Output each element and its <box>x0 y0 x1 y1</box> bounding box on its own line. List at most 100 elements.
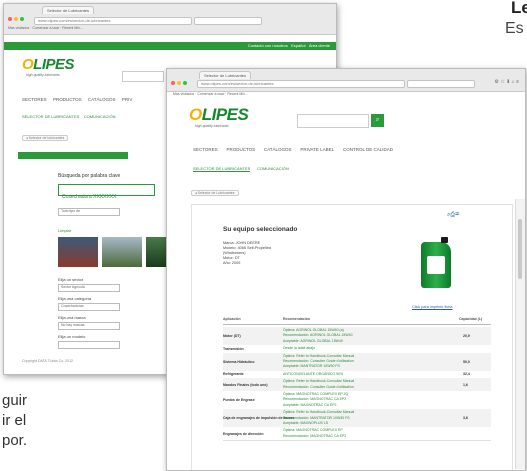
recommendation-cell[interactable]: Aceptable: MAGNOPLUS LS <box>283 421 328 425</box>
recommendation-cell[interactable]: Óptima: MAGNOTRAC COMPLEX EP <box>283 428 343 432</box>
category-select[interactable]: Cosechadoras <box>58 303 120 311</box>
recommendation-cell[interactable]: Aceptable: AGRINOL GLOBAL 15W40 <box>283 339 343 343</box>
application-cell: Engranajes de dirección <box>223 431 264 436</box>
nav-private-label[interactable]: PRIVATE LABEL <box>300 147 334 152</box>
recommendation-cell[interactable]: Óptima: Refer to Handbook-Consultar Manu… <box>283 410 354 414</box>
table-header: Aplicación Recomendación Capacidad (L) <box>223 317 491 325</box>
capacity-cell: 1,6 <box>463 382 468 387</box>
equipment-title: Su equipo seleccionado <box>223 226 298 233</box>
bookmark[interactable]: Comenzar a usar <box>32 26 59 30</box>
application-cell: Puntos de Engrase <box>223 398 255 403</box>
nav-control-calidad[interactable]: CONTROL DE CALIDAD <box>343 147 393 152</box>
subnav-comunicacion[interactable]: COMUNICACIÓN <box>84 114 116 119</box>
browser-toolbar-icons[interactable]: ⚙ ☆ ⬇ ⌂ ≡ <box>494 79 519 85</box>
recommendation-cell[interactable]: Recomendación: MAGNOTRAC CA EP2 <box>283 434 346 438</box>
subnav-selector[interactable]: SELECTOR DE LUBRICANTES <box>22 114 79 119</box>
scrollbar[interactable] <box>515 199 525 469</box>
subnav-selector[interactable]: SELECTOR DE LUBRICANTES <box>193 166 251 172</box>
body-line: guir <box>2 392 28 409</box>
nav-catalogos[interactable]: CATÁLOGOS <box>264 147 292 152</box>
type-select[interactable]: Todo tipo de <box>58 208 120 216</box>
keyword-search-input[interactable]: Cosechadora XXXXXXX <box>58 184 155 200</box>
recommendation-cell[interactable]: Recomendación: Consulter Guide d'utilisa… <box>283 385 354 389</box>
print-link[interactable]: Click para imprimir ficha <box>412 305 453 309</box>
back-button[interactable]: ◂ Selector de lubricantes <box>22 135 69 141</box>
recommendation-cell[interactable]: Recomendación: MANTRATOR 10W30 FS <box>283 416 350 420</box>
bookmark[interactable]: Más visitados <box>173 92 194 96</box>
browser-search-field[interactable] <box>407 80 475 88</box>
nav-productos[interactable]: PRODUCTOS <box>53 97 82 102</box>
bookmark[interactable]: Más visitados <box>8 26 29 30</box>
recommendation-cell[interactable]: Aceptable: MAGNOTRAC CA EP2 <box>283 403 337 407</box>
results-table: Aplicación Recomendación Capacidad (L) M… <box>223 317 491 470</box>
utility-icons[interactable]: ⌕⎙✉ <box>447 212 459 219</box>
nav-catalogos[interactable]: CATÁLOGOS <box>88 97 116 102</box>
browser-chrome: Selector de Lubricantes www.olipes.com/e… <box>167 69 525 92</box>
window-controls[interactable] <box>8 8 26 26</box>
vehicle-image-truck[interactable] <box>58 237 98 267</box>
bookmark[interactable]: Recent Mix... <box>227 92 247 96</box>
application-cell: Sistema Hidráulico <box>223 359 255 364</box>
window-controls[interactable] <box>171 72 189 90</box>
recommendation-cell[interactable]: Desde la tabla abajo <box>283 346 315 350</box>
olipes-logo[interactable]: OLIPES <box>22 56 75 73</box>
section-title: Seleccione el sistema <box>21 161 68 166</box>
site-search-input[interactable] <box>122 71 164 82</box>
oil-canister-image <box>421 237 451 288</box>
table-row: Sistema Hidráulico Óptima: Refer to Handb… <box>223 352 491 372</box>
tab-active[interactable]: Selector de Lubricantes <box>199 71 252 79</box>
front-browser-window: Selector de Lubricantes www.olipes.com/e… <box>166 68 526 471</box>
nav-productos[interactable]: PRODUCTOS <box>226 147 255 152</box>
recommendation-cell[interactable]: Recomendación: Consulter Guide d'utilisa… <box>283 359 354 363</box>
bookmark[interactable]: Comenzar a usar <box>197 92 224 96</box>
recommendation-cell[interactable]: Óptima: Refer to Handbook-Consultar Manu… <box>283 379 354 383</box>
bookmarks-bar: Más visitados · Comenzar a usar · Recent… <box>8 26 83 30</box>
model-label: Elija un modelo <box>58 334 86 339</box>
page-heading-partial: Le <box>511 0 527 17</box>
application-cell: Transmisión <box>223 346 244 351</box>
recommendation-cell[interactable]: Recomendación: MAGNOTRAC CA EP2 <box>283 397 346 401</box>
nav-private[interactable]: PRIV <box>122 97 133 102</box>
recommendation-cell[interactable]: Óptima: AGRINOL GLOBAL 15W40 (a) <box>283 328 344 332</box>
nav-sectores[interactable]: SECTORES <box>22 97 47 102</box>
subnav-comunicacion[interactable]: COMUNICACIÓN <box>257 166 289 171</box>
application-cell: Motor (DT) <box>223 334 241 339</box>
tab-active[interactable]: Selector de Lubricantes <box>42 6 95 14</box>
url-bar[interactable]: www.olipes.com/es/sector-de-lubricantes <box>34 17 192 25</box>
model-select[interactable] <box>58 341 120 349</box>
recommendation-cell[interactable]: Recomendación: AGRINOL GLOBAL 15W40 <box>283 333 353 337</box>
table-row: Mandos Finales (todo uno) Óptima: Refer t… <box>223 378 491 392</box>
application-cell: Mandos Finales (todo uno) <box>223 382 268 387</box>
sector-label: Elija un sector <box>58 277 84 282</box>
recommendation-cell[interactable]: Aceptable: MANTRATOR 10W30 FS <box>283 364 340 368</box>
sector-select[interactable]: Sector Agrícola <box>58 284 120 292</box>
clear-link[interactable]: Limpiar <box>58 228 71 233</box>
table-row: Puntos de Engrase Óptima: MAGNOTRAC COMPL… <box>223 391 491 411</box>
site-search-button[interactable]: ⌕ <box>371 114 384 127</box>
brand-select[interactable]: No hay marcas <box>58 322 120 330</box>
top-link-language[interactable]: Español <box>291 43 305 48</box>
recommendation-cell[interactable]: ANTICONGELANTE ORGÁNICO 50% <box>283 372 343 376</box>
section-title-bar: Seleccione el sistema <box>18 152 128 166</box>
table-row: Caja de engranajes de impulsión de barra… <box>223 409 491 429</box>
logo-tagline: high quality lubricants <box>195 124 229 128</box>
site-search-input[interactable] <box>297 114 369 128</box>
col-header: Recomendación <box>283 317 311 321</box>
recommendation-cell[interactable]: Óptima: MAGNOTRAC COMPLEX EP 2Q <box>283 392 348 396</box>
olipes-logo[interactable]: OLIPES <box>189 105 249 125</box>
url-bar[interactable]: www.olipes.com/es/sector-de-lubricantes <box>197 80 405 88</box>
vehicle-image-car[interactable] <box>102 237 142 267</box>
search-label: Búsqueda por palabra clave <box>58 173 121 179</box>
main-nav: SECTORES PRODUCTOS CATÁLOGOS PRIV <box>22 97 132 102</box>
capacity-cell: 20,9 <box>463 334 470 339</box>
bookmark[interactable]: Recent Mix... <box>62 26 82 30</box>
top-link-contact[interactable]: Contacto con nosotros <box>248 43 288 48</box>
top-link-client[interactable]: Área cliente <box>309 43 330 48</box>
recommendation-cell[interactable]: Óptima: Refer to Handbook-Consultar Manu… <box>283 354 354 358</box>
sub-nav: SELECTOR DE LUBRICANTES COMUNICACIÓN <box>193 166 289 172</box>
nav-sectores[interactable]: SECTORES <box>193 147 218 152</box>
back-button[interactable]: ◂ Selector de Lubricantes <box>191 190 239 196</box>
table-row: Motor (DT) Óptima: AGRINOL GLOBAL 15W40 (… <box>223 327 491 347</box>
body-text-partial: guir ir el por. <box>2 391 27 451</box>
browser-search-field[interactable] <box>194 17 262 25</box>
